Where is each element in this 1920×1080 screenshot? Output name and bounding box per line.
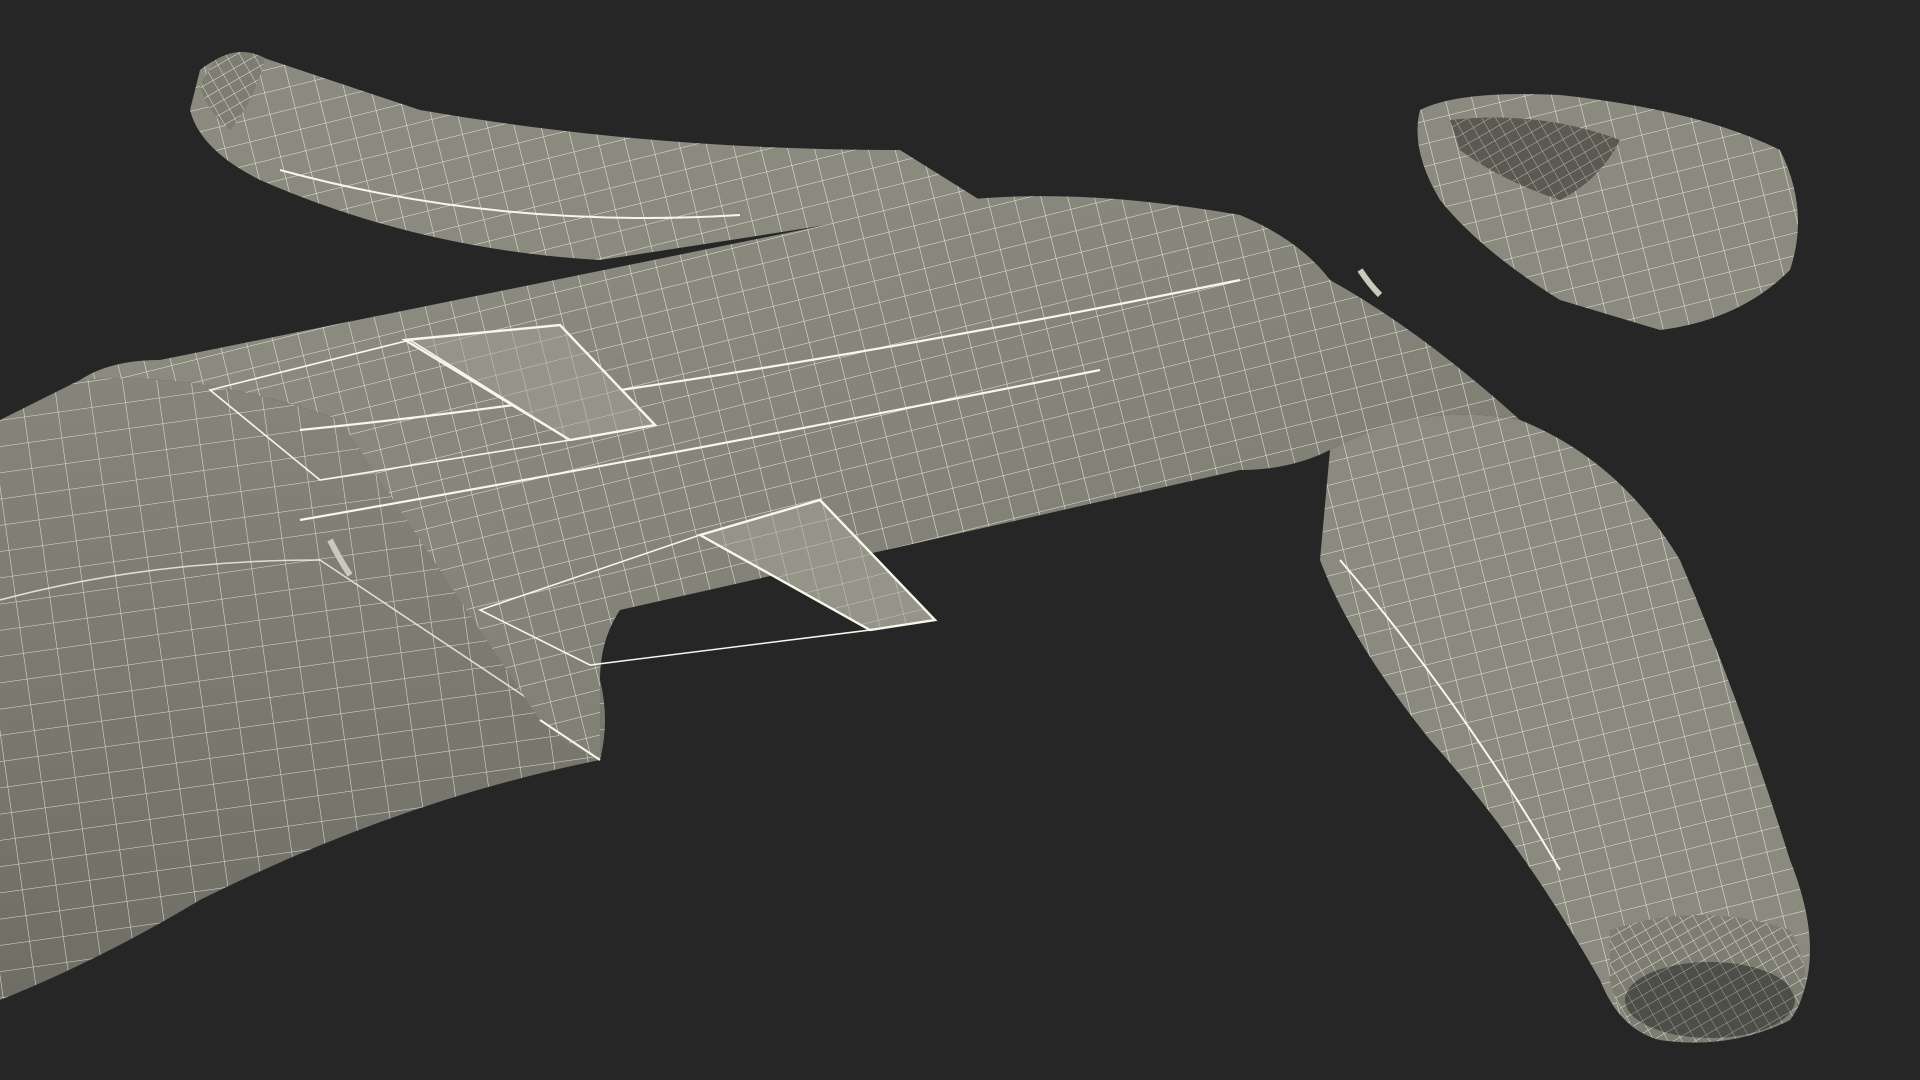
render-viewport bbox=[0, 0, 1920, 1080]
jacket-wireframe-scene bbox=[0, 0, 1920, 1080]
